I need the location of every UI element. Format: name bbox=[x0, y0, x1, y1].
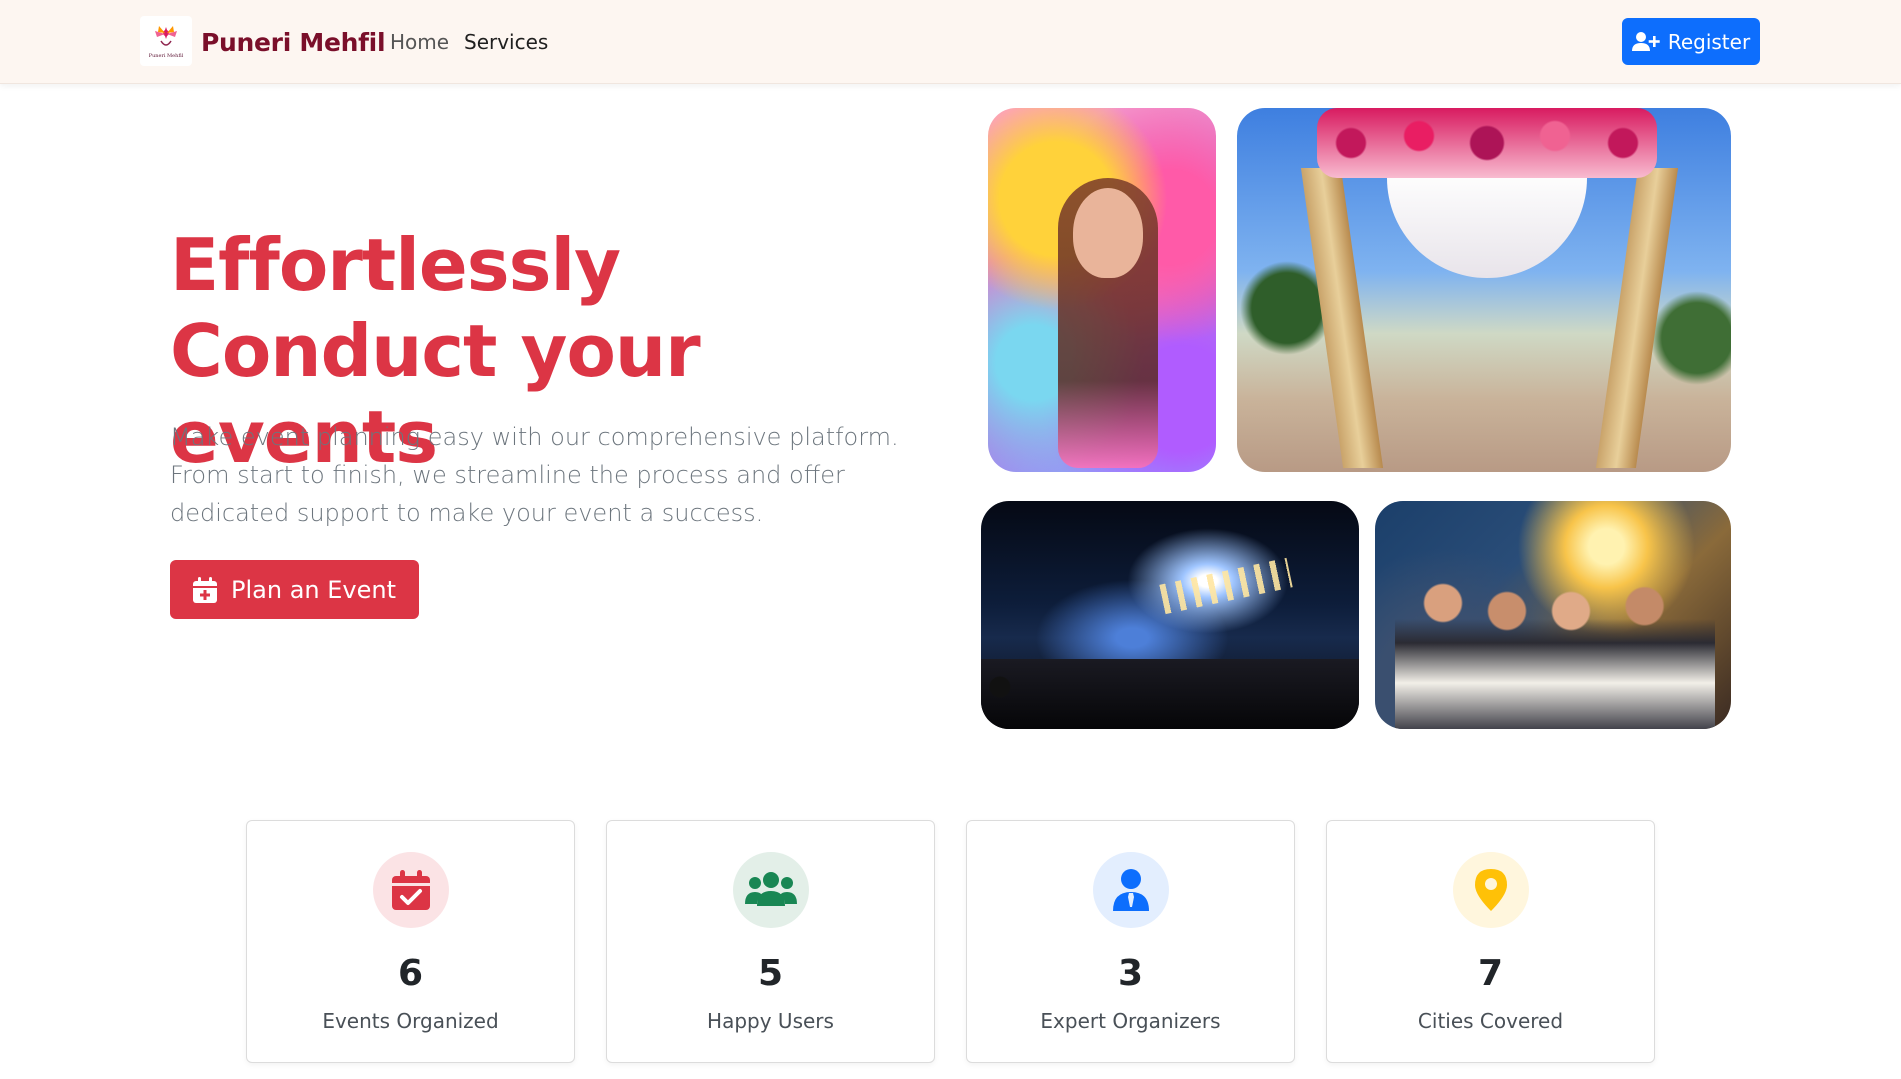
stat-icon-circle bbox=[372, 852, 449, 928]
logo-text: Puneri Mehfil bbox=[148, 53, 184, 59]
nav-services-link[interactable]: Services bbox=[464, 30, 548, 54]
stat-value: 5 bbox=[757, 953, 784, 994]
map-pin-icon bbox=[1474, 869, 1507, 911]
stat-label: Happy Users bbox=[707, 1009, 834, 1033]
brand-logo[interactable]: Puneri Mehfil bbox=[140, 16, 192, 66]
user-tie-icon bbox=[1112, 869, 1149, 911]
stat-label: Events Organized bbox=[322, 1009, 499, 1033]
brand-name[interactable]: Puneri Mehfil bbox=[201, 28, 386, 57]
stat-card-organizers: 3 Expert Organizers bbox=[966, 820, 1295, 1063]
plan-event-button[interactable]: Plan an Event bbox=[170, 560, 419, 619]
wedding-mandap-photo bbox=[1237, 108, 1731, 472]
stat-icon-circle bbox=[1452, 852, 1529, 928]
users-icon bbox=[744, 872, 797, 906]
calendar-plus-icon bbox=[193, 576, 217, 603]
calendar-check-icon bbox=[391, 870, 430, 910]
stat-label: Cities Covered bbox=[1417, 1009, 1564, 1033]
party-photo bbox=[1375, 501, 1731, 729]
nav-home-link[interactable]: Home bbox=[390, 30, 449, 54]
register-label: Register bbox=[1667, 29, 1751, 54]
register-button[interactable]: Register bbox=[1622, 18, 1760, 65]
holi-photo bbox=[988, 108, 1216, 472]
user-plus-icon bbox=[1631, 31, 1660, 51]
concert-photo bbox=[981, 501, 1359, 729]
navbar: Puneri Mehfil Puneri Mehfil Home Service… bbox=[0, 0, 1901, 84]
lotus-logo-icon bbox=[155, 26, 177, 46]
stat-value: 6 bbox=[397, 953, 424, 994]
stat-label: Expert Organizers bbox=[1040, 1009, 1221, 1033]
plan-event-label: Plan an Event bbox=[231, 575, 396, 604]
stat-card-events: 6 Events Organized bbox=[246, 820, 575, 1063]
hero-subtitle: Make event planning easy with our compre… bbox=[170, 423, 899, 527]
stat-icon-circle bbox=[1092, 852, 1169, 928]
stat-value: 3 bbox=[1117, 953, 1144, 994]
stat-card-cities: 7 Cities Covered bbox=[1326, 820, 1655, 1063]
stat-value: 7 bbox=[1477, 953, 1504, 994]
stat-card-users: 5 Happy Users bbox=[606, 820, 935, 1063]
stat-icon-circle bbox=[732, 852, 809, 928]
